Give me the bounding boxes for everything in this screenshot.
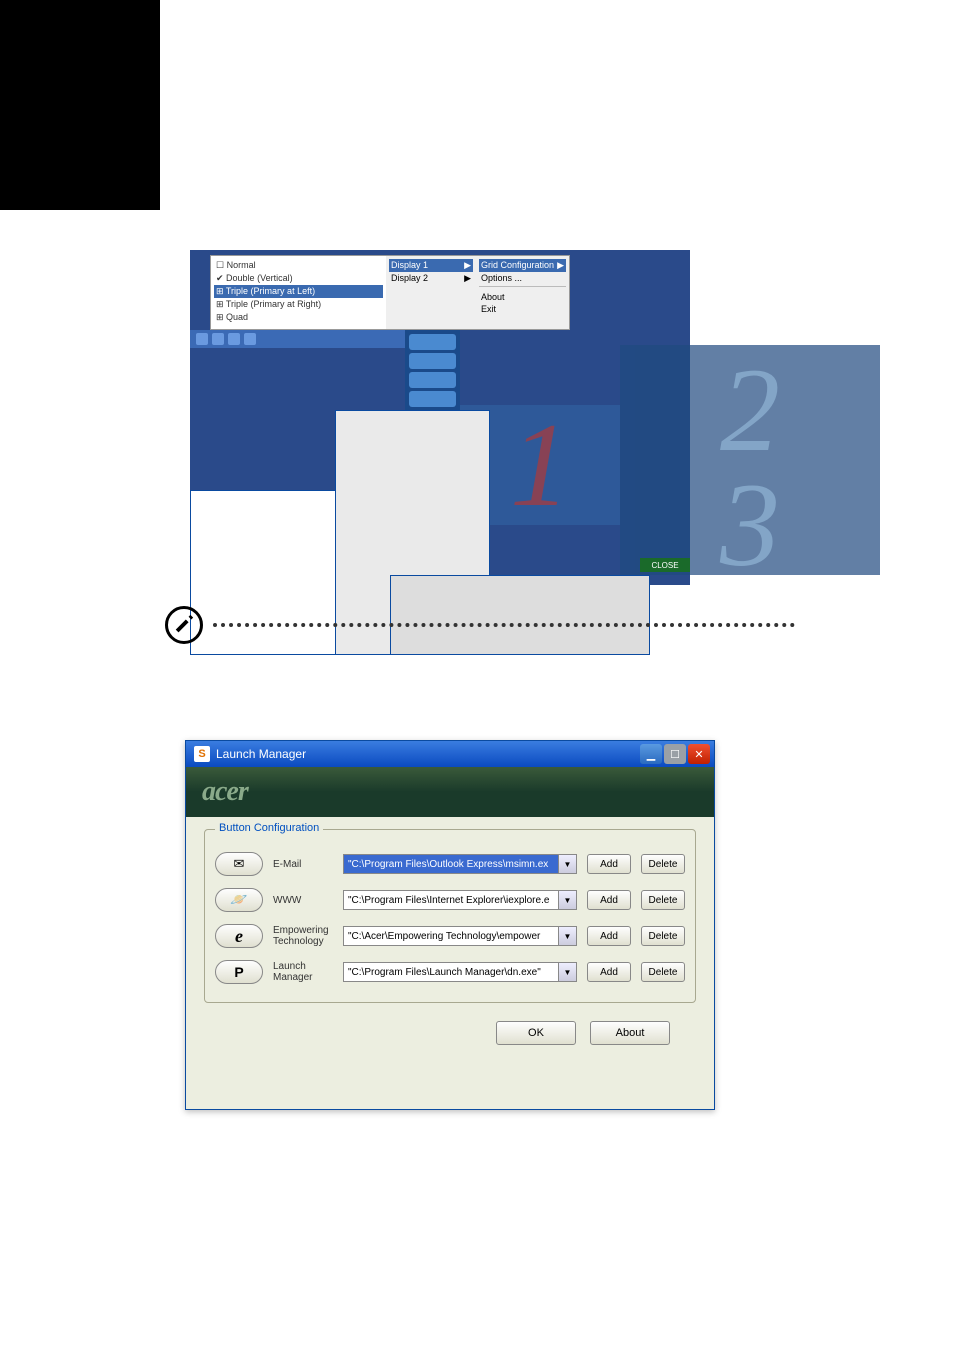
close-button[interactable]: ✕ xyxy=(688,744,710,764)
dialog-footer: OK About xyxy=(204,1003,696,1045)
acer-logo: acer xyxy=(202,776,248,808)
app-icon: S xyxy=(194,746,210,762)
chevron-down-icon[interactable]: ▼ xyxy=(559,962,577,982)
path-input-empowering[interactable] xyxy=(343,926,559,946)
row-label-www: WWW xyxy=(273,895,333,906)
row-www: WWW ▼ Add Delete xyxy=(215,888,685,912)
close-tag: CLOSE xyxy=(640,558,690,572)
menu-item-display1[interactable]: Display 1▶ xyxy=(389,259,473,272)
about-button[interactable]: About xyxy=(590,1021,670,1045)
menu-item-gridconfig[interactable]: Grid Configuration▶ xyxy=(479,259,566,272)
row-empowering: e Empowering Technology ▼ Add Delete xyxy=(215,924,685,948)
chevron-down-icon[interactable]: ▼ xyxy=(559,926,577,946)
add-button[interactable]: Add xyxy=(587,854,631,874)
brand-banner: acer xyxy=(186,767,714,817)
row-label-email: E-Mail xyxy=(273,859,333,870)
maximize-button: ☐ xyxy=(664,744,686,764)
row-label-launchmgr: Launch Manager xyxy=(273,961,333,983)
gridvista-context-menu: ☐ Normal ✔ Double (Vertical) ⊞ Triple (P… xyxy=(210,255,570,330)
menu-item-display2[interactable]: Display 2▶ xyxy=(389,272,473,285)
menu-separator xyxy=(479,286,566,289)
page-sidestrip xyxy=(0,0,160,210)
path-input-email[interactable] xyxy=(343,854,559,874)
delete-button[interactable]: Delete xyxy=(641,890,685,910)
path-combo-launchmgr[interactable]: ▼ xyxy=(343,962,577,982)
path-input-www[interactable] xyxy=(343,890,559,910)
ok-button[interactable]: OK xyxy=(496,1021,576,1045)
row-email: E-Mail ▼ Add Delete xyxy=(215,852,685,876)
delete-button[interactable]: Delete xyxy=(641,854,685,874)
menu-item-triple-left[interactable]: ⊞ Triple (Primary at Left) xyxy=(214,285,383,298)
menu-item-double[interactable]: ✔ Double (Vertical) xyxy=(214,272,383,285)
mail-icon[interactable] xyxy=(215,852,263,876)
titlebar[interactable]: S Launch Manager ▁ ☐ ✕ xyxy=(186,741,714,767)
button-config-group: Button Configuration E-Mail ▼ Add Delete… xyxy=(204,829,696,1003)
row-launchmgr: P Launch Manager ▼ Add Delete xyxy=(215,960,685,984)
section-label: Button Configuration xyxy=(215,822,323,834)
launch-manager-window: S Launch Manager ▁ ☐ ✕ acer Button Confi… xyxy=(185,740,715,1110)
menu-item-about[interactable]: About xyxy=(479,291,566,303)
delete-button[interactable]: Delete xyxy=(641,926,685,946)
note-divider xyxy=(165,605,795,645)
menu-item-exit[interactable]: Exit xyxy=(479,303,566,315)
minimize-button[interactable]: ▁ xyxy=(640,744,662,764)
path-combo-www[interactable]: ▼ xyxy=(343,890,577,910)
display-submenu: Display 1▶ Display 2▶ xyxy=(386,256,476,329)
add-button[interactable]: Add xyxy=(587,962,631,982)
chevron-down-icon[interactable]: ▼ xyxy=(559,890,577,910)
path-combo-empowering[interactable]: ▼ xyxy=(343,926,577,946)
menu-item-normal[interactable]: ☐ Normal xyxy=(214,259,383,272)
planet-icon[interactable] xyxy=(215,888,263,912)
dotted-rule xyxy=(213,623,795,627)
add-button[interactable]: Add xyxy=(587,890,631,910)
menu-item-quad[interactable]: ⊞ Quad xyxy=(214,311,383,324)
path-combo-email[interactable]: ▼ xyxy=(343,854,577,874)
window-title: Launch Manager xyxy=(216,747,640,761)
menu-item-options[interactable]: Options ... xyxy=(479,272,566,284)
menu-item-triple-right[interactable]: ⊞ Triple (Primary at Right) xyxy=(214,298,383,311)
top-taskbar xyxy=(190,330,410,348)
path-input-launchmgr[interactable] xyxy=(343,962,559,982)
desktop-area: 1 2 3 CLOSE xyxy=(190,330,690,585)
pencil-note-icon xyxy=(165,606,203,644)
add-button[interactable]: Add xyxy=(587,926,631,946)
actions-submenu: Grid Configuration▶ Options ... About Ex… xyxy=(476,256,569,329)
p-key-icon[interactable]: P xyxy=(215,960,263,984)
delete-button[interactable]: Delete xyxy=(641,962,685,982)
grid-layout-list: ☐ Normal ✔ Double (Vertical) ⊞ Triple (P… xyxy=(211,256,386,329)
gridvista-screenshot: ☐ Normal ✔ Double (Vertical) ⊞ Triple (P… xyxy=(190,250,690,585)
chevron-down-icon[interactable]: ▼ xyxy=(559,854,577,874)
row-label-empowering: Empowering Technology xyxy=(273,925,333,947)
empowering-icon[interactable]: e xyxy=(215,924,263,948)
